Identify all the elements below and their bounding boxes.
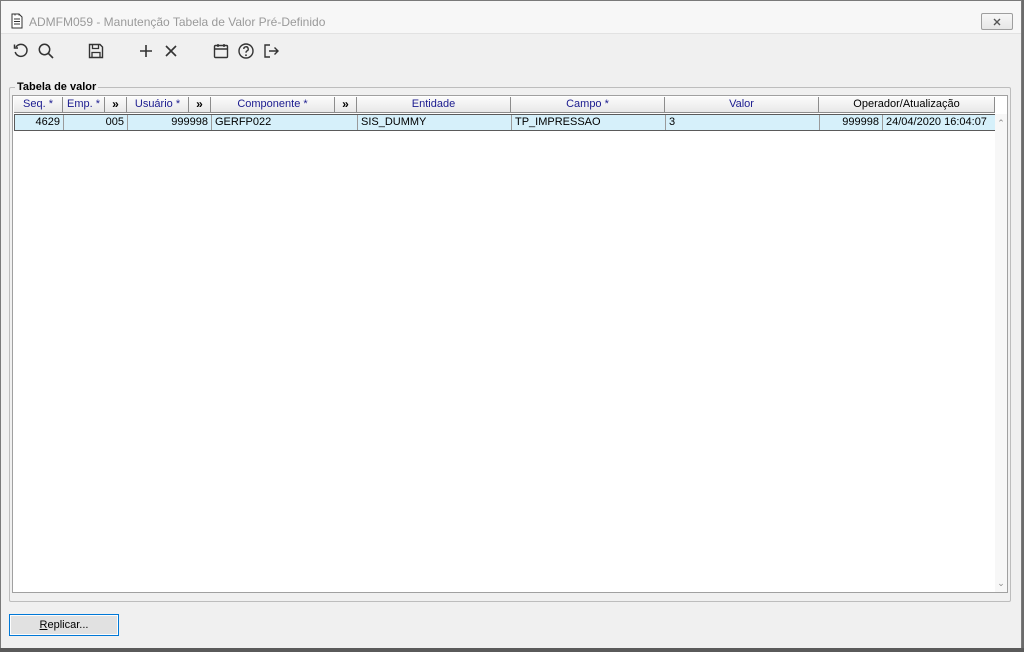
cell-componente[interactable]: GERFP022 (212, 115, 358, 130)
cell-seq[interactable]: 4629 (15, 115, 64, 130)
usuario-lookup-button[interactable]: » (189, 97, 211, 113)
toolbar (1, 35, 1021, 65)
column-header-componente[interactable]: Componente * (211, 97, 335, 113)
cell-campo[interactable]: TP_IMPRESSAO (512, 115, 666, 130)
add-button[interactable] (136, 41, 156, 61)
table-row[interactable]: 4629 005 999998 GERFP022 SIS_DUMMY TP_IM… (14, 114, 996, 131)
column-header-campo[interactable]: Campo * (511, 97, 665, 113)
replicar-label: eplicar... (47, 619, 89, 631)
content-area: Tabela de valor Seq. * Emp. * » Usuário … (1, 65, 1021, 649)
help-button[interactable] (236, 41, 256, 61)
exit-button[interactable] (261, 41, 281, 61)
values-table[interactable]: Seq. * Emp. * » Usuário * » Componente *… (12, 95, 1008, 593)
refresh-icon (13, 43, 28, 58)
calendar-icon (213, 44, 229, 59)
title-bar[interactable]: ADMFM059 - Manutenção Tabela de Valor Pr… (1, 1, 1021, 34)
add-icon (140, 45, 152, 57)
window: ADMFM059 - Manutenção Tabela de Valor Pr… (0, 0, 1022, 649)
cell-usuario[interactable]: 999998 (128, 115, 212, 130)
column-header-usuario[interactable]: Usuário * (127, 97, 189, 113)
save-button[interactable] (86, 41, 106, 61)
vertical-scrollbar[interactable]: ⌃ ⌄ (995, 114, 1007, 592)
emp-lookup-button[interactable]: » (105, 97, 127, 113)
calendar-button[interactable] (211, 41, 231, 61)
window-bottom-edge (0, 648, 1024, 652)
column-header-valor[interactable]: Valor (665, 97, 819, 113)
scroll-up-icon[interactable]: ⌃ (996, 118, 1006, 128)
search-button[interactable] (36, 41, 56, 61)
document-icon (11, 13, 23, 29)
scroll-down-icon[interactable]: ⌄ (996, 578, 1006, 588)
save-icon (88, 43, 104, 59)
refresh-button[interactable] (11, 41, 31, 61)
cell-emp[interactable]: 005 (64, 115, 128, 130)
column-header-operador[interactable]: Operador/Atualização (819, 97, 995, 113)
close-icon (993, 18, 1001, 25)
search-icon (38, 43, 54, 59)
column-header-emp[interactable]: Emp. * (63, 97, 105, 113)
cell-operador[interactable]: 999998 (820, 115, 883, 130)
column-header-seq[interactable]: Seq. * (14, 97, 63, 113)
cell-atualizacao[interactable]: 24/04/2020 16:04:07 (883, 115, 995, 130)
close-button[interactable] (981, 13, 1013, 30)
group-label: Tabela de valor (15, 81, 99, 93)
delete-icon (165, 45, 177, 57)
cell-entidade[interactable]: SIS_DUMMY (358, 115, 512, 130)
cell-valor[interactable]: 3 (666, 115, 820, 130)
window-title: ADMFM059 - Manutenção Tabela de Valor Pr… (29, 15, 326, 29)
exit-icon (264, 44, 279, 58)
column-header-entidade[interactable]: Entidade (357, 97, 511, 113)
replicar-button[interactable]: Replicar... (9, 614, 119, 636)
componente-lookup-button[interactable]: » (335, 97, 357, 113)
delete-button[interactable] (161, 41, 181, 61)
help-icon (238, 43, 254, 59)
